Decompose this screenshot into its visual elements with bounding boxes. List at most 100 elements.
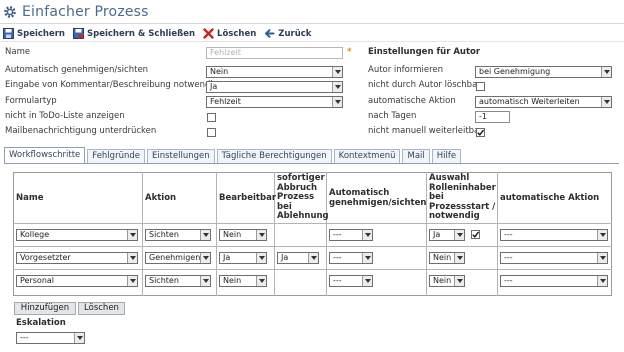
back-arrow-icon xyxy=(264,28,275,39)
page-title: Einfacher Prozess xyxy=(22,4,149,20)
auto-action-label: automatische Aktion xyxy=(368,96,456,106)
inform-author-value: bei Genehmigung xyxy=(479,67,551,76)
comment-required-value: Ja xyxy=(210,82,218,91)
not-manual-checkbox[interactable] xyxy=(476,128,485,137)
table-column-divider xyxy=(497,172,498,296)
window-titlebar: Einfacher Prozess xyxy=(0,0,624,24)
chevron-down-icon xyxy=(200,230,210,240)
row-action-select[interactable]: Genehmigen xyxy=(145,252,211,264)
toolbar: Speichern Speichern & Schließen Löschen … xyxy=(0,25,319,42)
comment-required-label: Eingabe von Kommentar/Beschreibung notwe… xyxy=(5,80,219,90)
delete-row-button[interactable]: Löschen xyxy=(78,302,125,315)
save-label: Speichern xyxy=(17,28,65,39)
chevron-down-icon xyxy=(127,253,137,263)
chevron-down-icon xyxy=(362,276,372,286)
not-deletable-checkbox[interactable] xyxy=(476,82,485,91)
checkmark-icon xyxy=(477,129,485,136)
header-auto-approve: Automatisch genehmigen/sichten xyxy=(329,188,427,208)
table-row-divider xyxy=(13,223,612,224)
row-auto-action-select[interactable]: --- xyxy=(500,252,608,264)
auto-approve-select[interactable]: Nein xyxy=(206,66,343,78)
inform-author-label: Autor informieren xyxy=(368,65,444,75)
chevron-down-icon xyxy=(256,276,266,286)
author-settings-heading: Einstellungen für Autor xyxy=(368,47,481,57)
table-column-divider xyxy=(142,172,143,296)
chevron-down-icon xyxy=(597,253,607,263)
header-auto-action: automatische Aktion xyxy=(500,193,600,203)
row-auto-approve-select[interactable]: --- xyxy=(329,252,373,264)
row-name-select[interactable]: Personal xyxy=(16,275,138,287)
row-auto-approve-select[interactable]: --- xyxy=(329,229,373,241)
row-auto-action-select[interactable]: --- xyxy=(500,275,608,287)
formtype-select[interactable]: Fehlzeit xyxy=(206,96,343,108)
not-manual-label: nicht manuell weiterleitbar xyxy=(368,126,483,136)
save-button[interactable]: Speichern xyxy=(3,28,65,39)
name-input[interactable]: Fehlzeit xyxy=(206,47,343,59)
tab-workflow-steps[interactable]: Workflowschritte xyxy=(4,147,86,164)
formtype-label: Formulartyp xyxy=(5,96,57,106)
row-name-select[interactable]: Kollege xyxy=(16,229,138,241)
title-divider xyxy=(0,23,624,24)
auto-action-select[interactable]: automatisch Weiterleiten xyxy=(475,96,612,108)
mail-suppress-checkbox[interactable] xyxy=(207,128,216,137)
table-column-divider xyxy=(216,172,217,296)
row-abort-select[interactable]: Ja xyxy=(277,252,319,264)
row-auto-action-select[interactable]: --- xyxy=(500,229,608,241)
not-todo-label: nicht in ToDo-Liste anzeigen xyxy=(5,111,125,121)
tab-help[interactable]: Hilfe xyxy=(431,149,462,164)
comment-required-select[interactable]: Ja xyxy=(206,81,343,93)
add-row-button[interactable]: Hinzufügen xyxy=(14,302,76,315)
row-role-required-checkbox[interactable] xyxy=(471,230,480,239)
not-todo-checkbox[interactable] xyxy=(207,113,216,122)
header-name: Name xyxy=(16,193,44,203)
save-icon xyxy=(3,28,14,39)
row-editable-select[interactable]: Nein xyxy=(219,229,267,241)
header-role-selection: Auswahl Rolleninhaber bei Prozessstart /… xyxy=(429,173,496,221)
required-mark: * xyxy=(347,47,352,57)
row-editable-select[interactable]: Ja xyxy=(219,252,267,264)
row-auto-approve-select[interactable]: --- xyxy=(329,275,373,287)
escalation-select[interactable]: --- xyxy=(16,332,85,344)
row-role-select[interactable]: Nein xyxy=(429,252,465,264)
row-name-select[interactable]: Vorgesetzter xyxy=(16,252,138,264)
chevron-down-icon xyxy=(454,276,464,286)
chevron-down-icon xyxy=(256,253,266,263)
chevron-down-icon xyxy=(597,276,607,286)
tab-mail[interactable]: Mail xyxy=(402,149,430,164)
chevron-down-icon xyxy=(200,276,210,286)
inform-author-select[interactable]: bei Genehmigung xyxy=(475,66,612,78)
table-row-divider xyxy=(13,246,612,247)
after-days-input[interactable]: -1 xyxy=(475,111,510,123)
save-close-label: Speichern & Schließen xyxy=(86,28,196,39)
checkmark-icon xyxy=(472,231,480,238)
tab-daily-permissions[interactable]: Tägliche Berechtigungen xyxy=(216,149,332,164)
back-button[interactable]: Zurück xyxy=(264,28,311,39)
chevron-down-icon xyxy=(308,253,318,263)
row-role-select[interactable]: Nein xyxy=(429,275,465,287)
tab-absence-reasons[interactable]: Fehlgründe xyxy=(87,149,145,164)
auto-action-value: automatisch Weiterleiten xyxy=(479,97,580,106)
chevron-down-icon xyxy=(332,97,342,107)
row-action-select[interactable]: Sichten xyxy=(145,275,211,287)
chevron-down-icon xyxy=(601,67,611,77)
header-abort: sofortiger Abbruch Prozess bei Ablehnung xyxy=(277,173,329,221)
chevron-down-icon xyxy=(601,97,611,107)
save-close-icon xyxy=(72,28,84,39)
delete-icon xyxy=(203,28,214,39)
row-editable-select[interactable]: Nein xyxy=(219,275,267,287)
tab-bar: Workflowschritte Fehlgründe Einstellunge… xyxy=(4,147,463,164)
auto-approve-value: Nein xyxy=(210,67,229,76)
chevron-down-icon xyxy=(454,230,464,240)
save-close-button[interactable]: Speichern & Schließen xyxy=(72,28,196,39)
chevron-down-icon xyxy=(454,253,464,263)
row-role-select[interactable]: Ja xyxy=(429,229,465,241)
after-days-label: nach Tagen xyxy=(368,111,417,121)
name-label: Name xyxy=(5,47,31,57)
row-action-select[interactable]: Sichten xyxy=(145,229,211,241)
mail-suppress-label: Mailbenachrichtigung unterdrücken xyxy=(5,126,157,136)
chevron-down-icon xyxy=(127,276,137,286)
delete-button[interactable]: Löschen xyxy=(203,28,256,39)
tab-settings[interactable]: Einstellungen xyxy=(146,149,215,164)
tab-divider xyxy=(4,163,619,164)
tab-context-menu[interactable]: Kontextmenü xyxy=(333,149,401,164)
